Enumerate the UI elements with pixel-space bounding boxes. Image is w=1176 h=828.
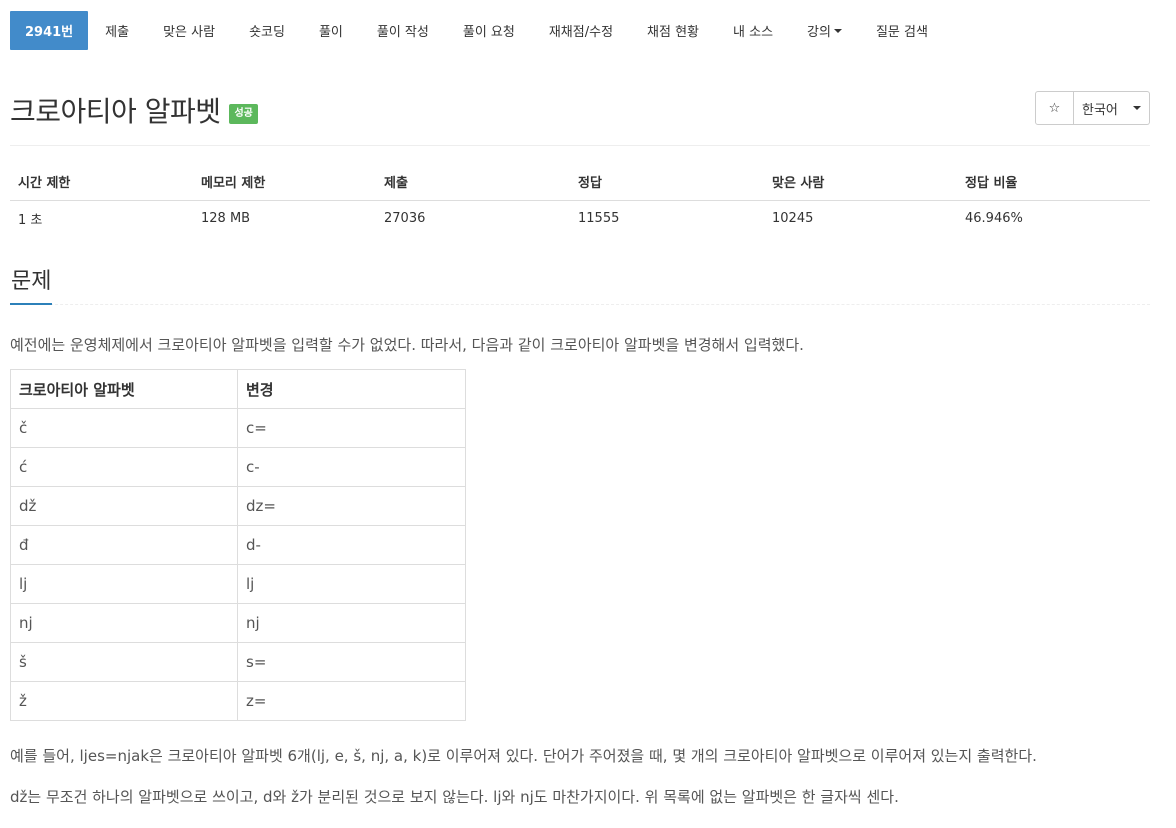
table-row: 1 초 128 MB 27036 11555 10245 46.946% bbox=[10, 200, 1150, 236]
language-select[interactable]: 한국어 bbox=[1074, 91, 1150, 125]
table-cell: nj bbox=[237, 603, 466, 643]
nav-problem-number[interactable]: 2941번 bbox=[10, 11, 89, 50]
problem-description: 예전에는 운영체제에서 크로아티아 알파벳을 입력할 수가 없었다. 따라서, … bbox=[10, 336, 804, 354]
nav-lectures-label: 강의 bbox=[807, 25, 831, 40]
problem-info-table: 시간 제한 메모리 제한 제출 정답 맞은 사람 정답 비율 1 초 128 M… bbox=[10, 164, 1150, 236]
table-row: č c= bbox=[10, 408, 466, 448]
table-cell: lj bbox=[10, 564, 238, 604]
language-label: 한국어 bbox=[1082, 102, 1118, 118]
divider bbox=[10, 145, 1150, 146]
table-cell: š bbox=[10, 642, 238, 682]
header-croatian-letter: 크로아티아 알파벳 bbox=[10, 369, 238, 409]
table-cell: dz= bbox=[237, 486, 466, 526]
table-row: š s= bbox=[10, 642, 466, 682]
nav-rejudge[interactable]: 재채점/수정 bbox=[532, 11, 630, 50]
header-replacement: 변경 bbox=[237, 369, 466, 409]
alphabet-table: 크로아티아 알파벳 변경 č c= ć c- dž dz= đ d- lj lj nj nj… bbox=[10, 369, 466, 721]
header-accepted: 정답 bbox=[570, 164, 764, 201]
table-cell: nj bbox=[10, 603, 238, 643]
submissions-value: 27036 bbox=[384, 210, 426, 226]
nav-accepted-users[interactable]: 맞은 사람 bbox=[146, 11, 232, 50]
time-limit-value: 1 초 bbox=[18, 212, 43, 228]
table-cell: č bbox=[10, 408, 238, 448]
table-cell: ž bbox=[10, 681, 238, 721]
table-row: đ d- bbox=[10, 525, 466, 565]
star-icon: ☆ bbox=[1048, 100, 1061, 116]
header-accepted-users: 맞은 사람 bbox=[764, 164, 957, 201]
table-cell: lj bbox=[237, 564, 466, 604]
nav-submit[interactable]: 제출 bbox=[88, 11, 146, 50]
accepted-value: 11555 bbox=[578, 210, 620, 226]
problem-nav: 2941번 제출 맞은 사람 숏코딩 풀이 풀이 작성 풀이 요청 재채점/수정… bbox=[10, 11, 945, 50]
problem-example-text: 예를 들어, ljes=njak은 크로아티아 알파벳 6개(lj, e, š,… bbox=[10, 747, 1037, 765]
caret-down-icon bbox=[1133, 106, 1141, 110]
nav-request-solution[interactable]: 풀이 요청 bbox=[446, 11, 532, 50]
table-cell: dž bbox=[10, 486, 238, 526]
table-cell: s= bbox=[237, 642, 466, 682]
table-row: ž z= bbox=[10, 681, 466, 721]
page-title: 크로아티아 알파벳 bbox=[10, 95, 221, 128]
nav-lectures-dropdown[interactable]: 강의 bbox=[790, 11, 859, 50]
nav-solutions[interactable]: 풀이 bbox=[302, 11, 360, 50]
header-accept-ratio: 정답 비율 bbox=[957, 164, 1150, 201]
title-actions: ☆ 한국어 bbox=[1035, 91, 1150, 125]
header-submissions: 제출 bbox=[376, 164, 570, 201]
table-row: dž dz= bbox=[10, 486, 466, 526]
table-cell: z= bbox=[237, 681, 466, 721]
section-title: 문제 bbox=[10, 265, 53, 305]
nav-question-search[interactable]: 질문 검색 bbox=[859, 11, 945, 50]
title-row: 크로아티아 알파벳 성공 bbox=[10, 90, 258, 130]
nav-my-source[interactable]: 내 소스 bbox=[716, 11, 790, 50]
caret-down-icon bbox=[833, 28, 842, 33]
nav-short-coding[interactable]: 숏코딩 bbox=[232, 11, 302, 50]
table-cell: d- bbox=[237, 525, 466, 565]
header-time-limit: 시간 제한 bbox=[10, 164, 193, 201]
accepted-users-value: 10245 bbox=[772, 210, 814, 226]
table-cell: đ bbox=[10, 525, 238, 565]
favorite-button[interactable]: ☆ bbox=[1035, 91, 1074, 125]
nav-write-solution[interactable]: 풀이 작성 bbox=[360, 11, 446, 50]
status-badge: 성공 bbox=[229, 104, 258, 124]
accept-ratio-value: 46.946% bbox=[965, 210, 1023, 226]
nav-status[interactable]: 채점 현황 bbox=[630, 11, 716, 50]
table-row: ć c- bbox=[10, 447, 466, 487]
table-cell: c- bbox=[237, 447, 466, 487]
memory-limit-value: 128 MB bbox=[201, 210, 251, 226]
header-memory-limit: 메모리 제한 bbox=[193, 164, 376, 201]
problem-rule-text: dž는 무조건 하나의 알파벳으로 쓰이고, d와 ž가 분리된 것으로 보지 … bbox=[10, 788, 899, 806]
table-header-row: 시간 제한 메모리 제한 제출 정답 맞은 사람 정답 비율 bbox=[10, 164, 1150, 201]
table-row: nj nj bbox=[10, 603, 466, 643]
table-row: lj lj bbox=[10, 564, 466, 604]
table-header-row: 크로아티아 알파벳 변경 bbox=[10, 369, 466, 409]
table-cell: ć bbox=[10, 447, 238, 487]
table-cell: c= bbox=[237, 408, 466, 448]
section-header: 문제 bbox=[10, 265, 1150, 305]
